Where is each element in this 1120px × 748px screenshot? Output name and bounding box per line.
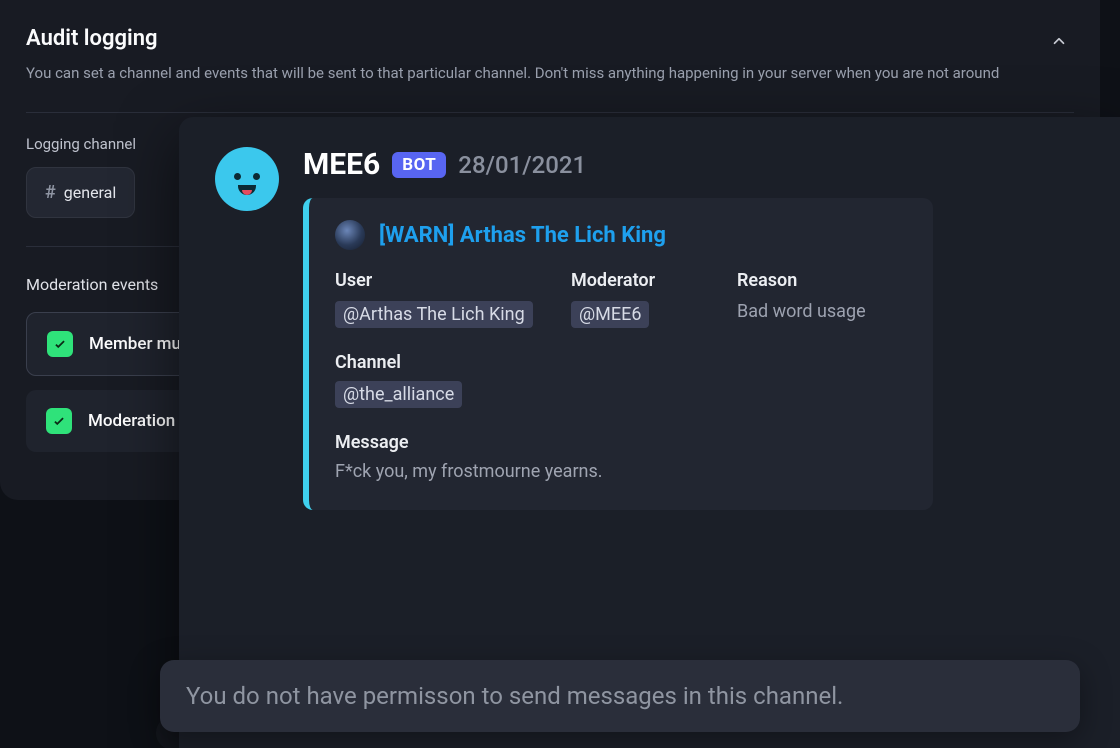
divider [26, 112, 1074, 113]
field-message-label: Message [335, 432, 905, 453]
field-reason-label: Reason [737, 270, 905, 291]
event-checkbox[interactable] [46, 408, 72, 434]
user-mention[interactable]: @Arthas The Lich King [335, 301, 533, 328]
chevron-up-icon [1050, 32, 1068, 50]
message-date: 28/01/2021 [458, 151, 586, 179]
channel-mention[interactable]: @the_alliance [335, 381, 462, 408]
field-user-label: User [335, 270, 555, 291]
embed-title: [WARN] Arthas The Lich King [379, 223, 666, 248]
message-preview-modal: MEE6 BOT 28/01/2021 [WARN] Arthas The Li… [179, 117, 1120, 748]
bot-badge: BOT [392, 152, 446, 178]
channel-name: general [64, 183, 117, 202]
field-channel-label: Channel [335, 352, 905, 373]
event-label: Member mu [89, 334, 181, 354]
event-checkbox[interactable] [47, 331, 73, 357]
check-icon [52, 414, 66, 428]
field-moderator-label: Moderator [571, 270, 721, 291]
permission-denied-input: You do not have permisson to send messag… [160, 660, 1080, 732]
bot-name: MEE6 [303, 147, 380, 182]
logging-channel-select[interactable]: # general [26, 167, 135, 218]
embed-user-avatar [335, 220, 365, 250]
message-body: F*ck you, my frostmourne yearns. [335, 461, 905, 482]
collapse-button[interactable] [1044, 26, 1074, 56]
hash-icon: # [45, 182, 56, 203]
event-label: Moderation [88, 411, 175, 431]
reason-value: Bad word usage [737, 301, 866, 322]
panel-subtitle: You can set a channel and events that wi… [26, 63, 999, 84]
embed-card: [WARN] Arthas The Lich King User Moderat… [303, 198, 933, 510]
check-icon [53, 337, 67, 351]
bot-avatar [215, 147, 279, 211]
panel-title: Audit logging [26, 26, 999, 51]
moderator-mention[interactable]: @MEE6 [571, 301, 649, 328]
